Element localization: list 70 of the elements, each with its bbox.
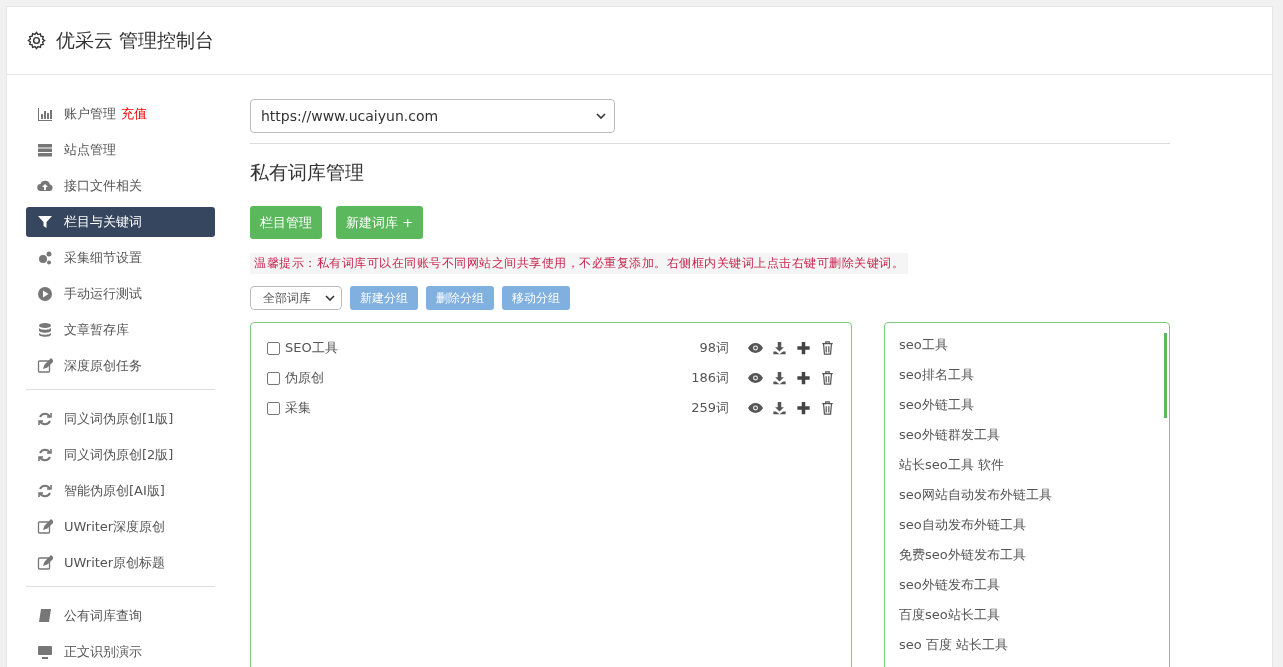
- library-name[interactable]: 伪原创: [285, 369, 692, 387]
- sidebar-item[interactable]: 同义词伪原创[1版]: [26, 404, 215, 434]
- sidebar-item[interactable]: UWriter深度原创: [26, 512, 215, 542]
- tip-text: 温馨提示：私有词库可以在同账号不同网站之间共享使用，不必重复添加。右侧框内关键词上点击右键可删除关键词。: [250, 253, 908, 274]
- server-icon: [37, 142, 53, 158]
- keyword-item[interactable]: seo外链发布工具: [899, 576, 1155, 606]
- library-name[interactable]: 采集: [285, 399, 692, 417]
- edit-icon: [37, 358, 53, 374]
- sidebar-item[interactable]: 同义词伪原创[2版]: [26, 440, 215, 470]
- keyword-item[interactable]: seo网站自动发布外链工具: [899, 486, 1155, 516]
- monitor-icon: [37, 644, 53, 660]
- plus-icon[interactable]: [796, 401, 811, 415]
- section-title: 私有词库管理: [250, 160, 365, 185]
- keyword-item[interactable]: 百度seo站长工具: [899, 606, 1155, 636]
- site-select[interactable]: https://www.ucaiyun.com: [250, 99, 615, 133]
- keyword-item[interactable]: 站长seo工具 软件: [899, 456, 1155, 486]
- refresh-icon: [37, 483, 53, 499]
- keyword-item[interactable]: seo外链工具: [899, 396, 1155, 426]
- keyword-item[interactable]: seo自动发布外链工具: [899, 516, 1155, 546]
- sidebar-item[interactable]: 采集细节设置: [26, 243, 215, 273]
- sidebar-item[interactable]: 栏目与关键词: [26, 207, 215, 237]
- checkbox[interactable]: [267, 401, 280, 415]
- edit-icon: [37, 555, 53, 571]
- checkbox[interactable]: [267, 341, 280, 355]
- library-name[interactable]: SEO工具: [285, 339, 700, 357]
- sidebar-item[interactable]: 手动运行测试: [26, 279, 215, 309]
- app-title: 优采云 管理控制台: [56, 27, 215, 53]
- download-icon[interactable]: [772, 371, 787, 385]
- settings-icon: [27, 31, 46, 50]
- edit-icon: [37, 519, 53, 535]
- trash-icon[interactable]: [820, 401, 835, 415]
- checkbox[interactable]: [267, 371, 280, 385]
- group-select[interactable]: 全部词库: [250, 286, 342, 310]
- plus-icon[interactable]: [796, 371, 811, 385]
- refresh-icon: [37, 411, 53, 427]
- word-count: 98词: [699, 339, 729, 357]
- cloud-upload-icon: [37, 178, 53, 194]
- word-count: 186词: [691, 369, 729, 387]
- scrollbar[interactable]: [1164, 333, 1167, 418]
- plus-icon[interactable]: [796, 341, 811, 355]
- sidebar-item[interactable]: 智能伪原创[AI版]: [26, 476, 215, 506]
- play-icon: [37, 286, 53, 302]
- sidebar-item[interactable]: 公有词库查询: [26, 601, 215, 631]
- keyword-item[interactable]: seo排名工具: [899, 366, 1155, 396]
- sidebar-item[interactable]: 文章暂存库: [26, 315, 215, 345]
- sidebar-item[interactable]: UWriter原创标题: [26, 548, 215, 578]
- sidebar-item[interactable]: 账户管理 充值: [26, 99, 215, 129]
- sidebar-item[interactable]: 站点管理: [26, 135, 215, 165]
- download-icon[interactable]: [772, 401, 787, 415]
- bar-chart-icon: [37, 106, 53, 122]
- filter-icon: [37, 214, 53, 230]
- keyword-item[interactable]: seo工具: [899, 336, 1155, 366]
- sidebar-item[interactable]: 接口文件相关: [26, 171, 215, 201]
- trash-icon[interactable]: [820, 341, 835, 355]
- trash-icon[interactable]: [820, 371, 835, 385]
- database-icon: [37, 322, 53, 338]
- sidebar-item[interactable]: 正文识别演示: [26, 637, 215, 667]
- eye-icon[interactable]: [748, 341, 763, 355]
- caret-icon: [596, 113, 606, 119]
- caret-icon: [325, 295, 335, 301]
- download-icon[interactable]: [772, 341, 787, 355]
- eye-icon[interactable]: [748, 371, 763, 385]
- word-count: 259词: [691, 399, 729, 417]
- keyword-item[interactable]: seo 百度 站长工具: [899, 636, 1155, 666]
- recharge-link[interactable]: 充值: [121, 105, 147, 123]
- keyword-item[interactable]: seo外链群发工具: [899, 426, 1155, 456]
- refresh-icon: [37, 447, 53, 463]
- keyword-item[interactable]: 免费seo外链发布工具: [899, 546, 1155, 576]
- eye-icon[interactable]: [748, 401, 763, 415]
- sidebar-item[interactable]: 深度原创任务: [26, 351, 215, 381]
